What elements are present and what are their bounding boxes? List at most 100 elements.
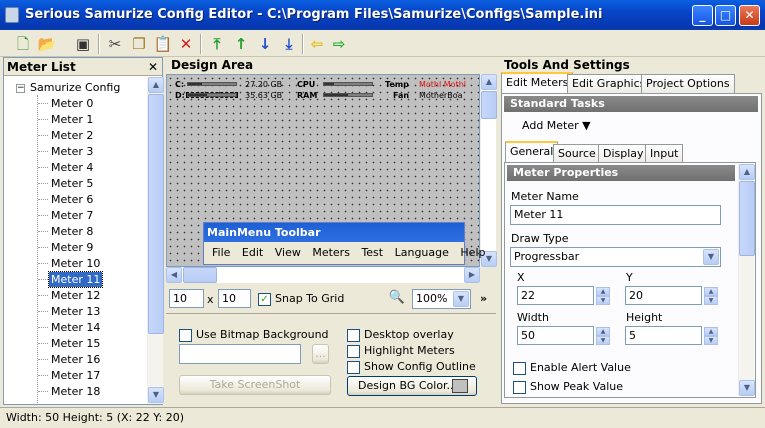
scroll-right-icon[interactable]: ▶ [464, 267, 480, 283]
tree-item-meter[interactable]: Meter 18 [49, 384, 102, 399]
meter-ram-bar[interactable] [323, 93, 373, 97]
menu-test[interactable]: Test [361, 246, 383, 259]
minimize-button[interactable]: _ [692, 5, 713, 26]
move-up-icon[interactable]: ↑ [230, 33, 252, 55]
scroll-down-icon[interactable]: ▼ [739, 380, 755, 396]
scroll-down-icon[interactable]: ▼ [148, 387, 164, 403]
design-vscrollbar[interactable]: ▲ ▼ [480, 74, 497, 267]
zoom-select[interactable]: 100% ▼ [412, 289, 471, 309]
tree-root[interactable]: − Samurize Config [16, 80, 120, 95]
properties-scrollbar[interactable]: ▲ ▼ [738, 164, 755, 396]
menu-meters[interactable]: Meters [312, 246, 350, 259]
y-input[interactable]: 20 [625, 286, 702, 305]
tree-item-meter[interactable]: Meter 0 [49, 96, 95, 111]
arrow-left-icon[interactable]: ⇦ [306, 33, 328, 55]
tree-item-meter[interactable]: Meter 17 [49, 368, 102, 383]
tree-item-meter[interactable]: Meter 11 [47, 271, 104, 288]
subtab-input[interactable]: Input [645, 144, 684, 163]
draw-type-select[interactable]: Progressbar ▼ [510, 247, 721, 267]
tree-item-meter[interactable]: Meter 1 [49, 112, 95, 127]
design-hscrollbar[interactable]: ◀ ▶ [166, 267, 480, 283]
meter-temp-value[interactable]: Mothl Mothl [419, 80, 466, 89]
y-spinner[interactable]: ▲ ▼ [704, 287, 718, 305]
subtab-general[interactable]: General [505, 141, 559, 162]
move-bottom-icon[interactable]: ⤓ [278, 33, 300, 55]
delete-icon[interactable]: ✕ [175, 33, 197, 55]
tree-item-meter[interactable]: Meter 4 [49, 160, 95, 175]
move-down-icon[interactable]: ↓ [254, 33, 276, 55]
open-icon[interactable]: 📂 [36, 33, 58, 55]
move-top-icon[interactable]: ⤒ [206, 33, 228, 55]
collapse-icon[interactable]: − [16, 83, 25, 93]
scroll-up-icon[interactable]: ▲ [739, 164, 755, 180]
meter-cpu-label[interactable]: CPU [297, 80, 315, 89]
save-icon[interactable]: ▣ [72, 33, 94, 55]
expand-icon[interactable]: » [480, 292, 487, 305]
tab-edit-graphics[interactable]: Edit Graphics [567, 74, 651, 93]
use-bitmap-bg-checkbox[interactable]: Use Bitmap Background [179, 328, 329, 342]
tree-item-meter[interactable]: Meter 3 [49, 144, 95, 159]
tree-item-meter[interactable]: Meter 5 [49, 176, 95, 191]
scroll-thumb[interactable] [183, 267, 217, 283]
take-screenshot-button[interactable]: Take ScreenShot [179, 375, 331, 395]
menu-file[interactable]: File [212, 246, 230, 259]
tree-item-meter[interactable]: Meter 7 [49, 208, 95, 223]
grid-x-input[interactable]: 10 [169, 289, 204, 308]
new-icon[interactable]: 🗋 [12, 33, 34, 55]
mainmenu-title[interactable]: MainMenu Toolbar [204, 223, 464, 242]
tree-item-meter[interactable]: Meter 15 [49, 336, 102, 351]
scroll-up-icon[interactable]: ▲ [148, 77, 164, 93]
tree-item-meter[interactable]: Meter 10 [49, 256, 102, 271]
subtab-display[interactable]: Display [598, 144, 649, 163]
show-config-outline-checkbox[interactable]: Show Config Outline [347, 360, 476, 374]
subtab-source[interactable]: Source [553, 144, 601, 163]
close-icon[interactable]: ✕ [148, 58, 158, 76]
meter-c-label[interactable]: C: [175, 80, 184, 89]
cut-icon[interactable]: ✂ [104, 33, 126, 55]
menu-edit[interactable]: Edit [242, 246, 263, 259]
checkmark-icon[interactable]: ✓ [258, 292, 271, 306]
paste-icon[interactable]: 📋 [152, 33, 174, 55]
height-spinner[interactable]: ▲ ▼ [704, 327, 718, 345]
close-button[interactable]: ✕ [739, 5, 760, 26]
meter-name-input[interactable]: Meter 11 [510, 205, 721, 225]
width-input[interactable]: 50 [517, 326, 594, 345]
meter-tree[interactable]: − Samurize Config Meter 0 Meter 1 Meter 2 Me… [4, 77, 148, 404]
tree-item-meter[interactable]: Meter 13 [49, 304, 102, 319]
scroll-thumb[interactable] [481, 91, 497, 119]
tree-item-meter[interactable]: Meter 16 [49, 352, 102, 367]
copy-icon[interactable]: ❐ [128, 33, 150, 55]
desktop-overlay-checkbox[interactable]: Desktop overlay [347, 328, 454, 342]
grid-y-input[interactable]: 10 [218, 289, 251, 308]
tree-item-meter[interactable]: Meter 12 [49, 288, 102, 303]
meter-d-bar[interactable] [186, 92, 238, 98]
browse-button[interactable]: ... [312, 344, 329, 364]
meter-temp-label[interactable]: Temp [385, 80, 409, 89]
scroll-thumb[interactable] [148, 94, 164, 334]
tree-item-meter[interactable]: Meter 2 [49, 128, 95, 143]
meter-d-label[interactable]: D: [175, 91, 185, 100]
meter-list-scrollbar[interactable]: ▲ ▼ [147, 77, 164, 404]
tab-edit-meters[interactable]: Edit Meters [501, 72, 574, 93]
height-input[interactable]: 5 [625, 326, 702, 345]
add-meter-button[interactable]: Add Meter ▼ [522, 119, 591, 132]
show-peak-checkbox[interactable]: Show Peak Value [513, 380, 623, 394]
tree-item-meter[interactable]: Meter 9 [49, 240, 95, 255]
width-spinner[interactable]: ▲ ▼ [596, 327, 610, 345]
meter-fan-label[interactable]: Fan [393, 91, 409, 100]
maximize-button[interactable]: □ [715, 5, 736, 26]
design-bg-color-button[interactable]: Design BG Color... [347, 376, 477, 396]
meter-cpu-bar[interactable] [323, 82, 373, 86]
meter-c-value[interactable]: 27.20 GB [245, 80, 282, 89]
chevron-down-icon[interactable]: ▼ [703, 249, 719, 265]
highlight-meters-checkbox[interactable]: Highlight Meters [347, 344, 455, 358]
bitmap-path-input[interactable] [179, 344, 301, 364]
arrow-right-icon[interactable]: ⇨ [328, 33, 350, 55]
menu-help[interactable]: Help [460, 246, 485, 259]
meter-ram-label[interactable]: RAM [297, 91, 317, 100]
zoom-icon[interactable]: 🔍 [386, 289, 408, 307]
meter-fan-value[interactable]: MotherBoa [419, 91, 463, 100]
snap-to-grid-checkbox[interactable]: ✓ Snap To Grid [258, 292, 344, 306]
mainmenu-toolbar-window[interactable]: MainMenu Toolbar File Edit View Meters T… [203, 222, 485, 265]
scroll-up-icon[interactable]: ▲ [481, 74, 497, 90]
